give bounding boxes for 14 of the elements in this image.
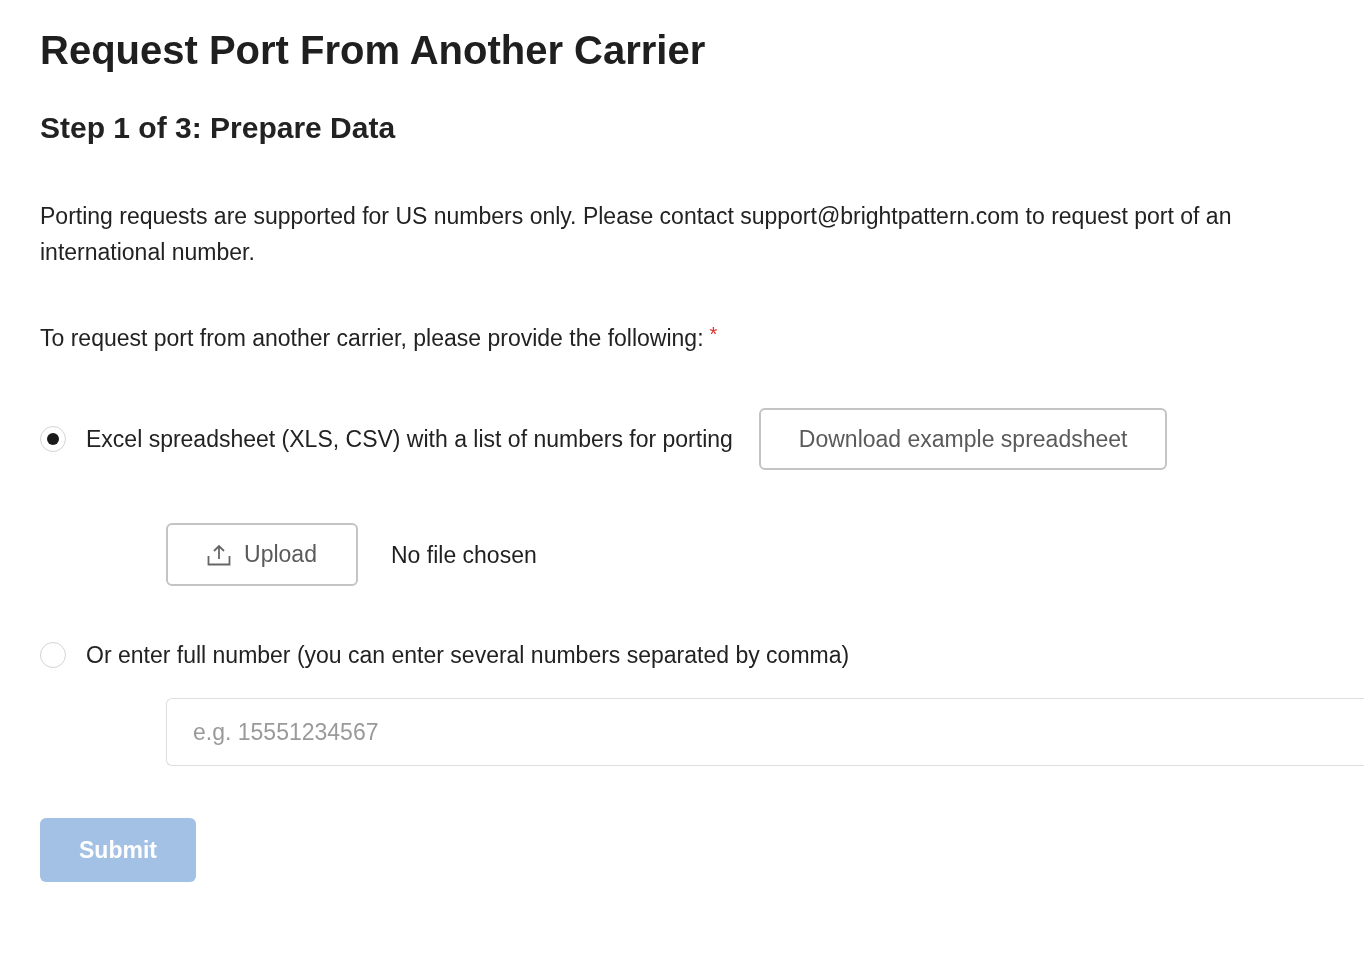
upload-icon [207, 543, 232, 566]
option-label: Or enter full number (you can enter several numbers separated by comma) [86, 641, 850, 670]
file-status-text: No file chosen [391, 540, 537, 570]
upload-button[interactable]: Upload [166, 523, 358, 586]
number-input[interactable]: e.g. 15551234567 [166, 698, 1364, 766]
radio-button[interactable] [40, 642, 66, 668]
notice-text: Porting requests are supported for US numbers only. Please contact support@brightpattern.com to request port of an international number. [40, 202, 1233, 267]
step-heading: Step 1 of 3: Prepare Data [40, 110, 396, 146]
prompt-text: To request port from another carrier, please provide the following: [40, 325, 704, 351]
download-button[interactable]: Download example spreadsheet [758, 408, 1168, 470]
option-label: Excel spreadsheet (XLS, CSV) with a list of numbers for porting [86, 425, 733, 454]
radio-button[interactable] [40, 426, 66, 452]
page-title: Request Port From Another Carrier [40, 27, 706, 74]
required-mark: * [709, 323, 718, 345]
